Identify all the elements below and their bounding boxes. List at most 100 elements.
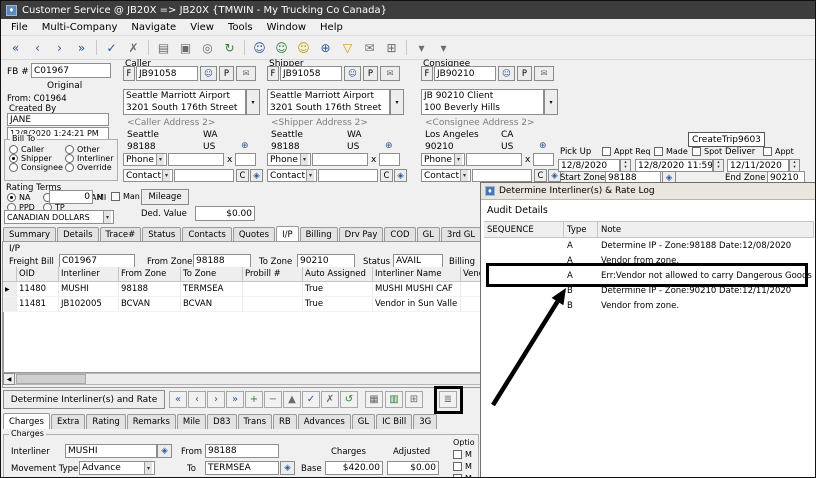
nav-next-button[interactable]: › [207,391,225,408]
filter-button[interactable]: ▽ [337,38,358,58]
table-cell[interactable]: TERMSEA [181,282,243,297]
insert-record-button[interactable]: + [245,391,263,408]
spin-down-icon[interactable]: ▾ [717,166,719,171]
tab-mile[interactable]: Mile [177,414,206,429]
charges-from-field[interactable]: 98188 [205,444,279,458]
tab-ic-bill[interactable]: IC Bill [376,414,412,429]
consignee-code-field[interactable]: JB90210 [434,66,496,81]
option-checkbox-1[interactable]: M [453,450,472,459]
calculator-button[interactable]: ⊞ [405,391,423,408]
tab-extra[interactable]: Extra [51,414,85,429]
mail-icon[interactable]: ✉ [534,66,554,81]
profile-button[interactable]: P [363,66,378,81]
spot-checkbox[interactable]: Spot [692,147,722,156]
vendors-button[interactable]: ☺ [293,38,314,58]
grid-col-interliner-name[interactable]: Interliner Name [373,267,461,282]
chevron-down-icon[interactable]: ▾ [300,154,308,165]
table-cell[interactable]: MUSHI MUSHI CAF [373,282,461,297]
ded-value-field[interactable]: $0.00 [195,206,255,221]
customers-button[interactable]: ☺ [249,38,270,58]
interliner-field[interactable]: MUSHI [65,444,157,458]
prior-record-button[interactable]: ‹ [27,38,48,58]
profile-button[interactable]: P [517,66,532,81]
shipper-code-field[interactable]: JB91058 [280,66,342,81]
grid-col-to-zone[interactable]: To Zone [181,267,243,282]
billto-radio-consignee[interactable]: Consignee [9,163,63,172]
nav-prior-button[interactable]: ‹ [188,391,206,408]
tab-gl[interactable]: GL [417,227,440,242]
first-record-button[interactable]: « [5,38,26,58]
cancel-button[interactable]: ✗ [123,38,144,58]
billto-radio-interliner[interactable]: Interliner [65,154,114,163]
log-row-note[interactable]: Vendor from zone. [598,298,814,313]
phone-field[interactable] [466,153,522,166]
contact-info-icon[interactable]: ◈ [394,169,407,182]
contact-field[interactable] [174,169,234,182]
table-cell[interactable]: True [303,297,373,312]
table-cell[interactable] [243,282,303,297]
chart-button[interactable]: ▥ [385,391,403,408]
grid-col-probill[interactable]: Probill # [243,267,303,282]
consignee-address-combo[interactable]: JB 90210 Client 100 Beverly Hills [421,89,544,115]
phone-field[interactable] [168,153,224,166]
log-row-note[interactable]: Determine IP - Zone:98188 Date:12/08/202… [598,238,814,253]
from-zone-field[interactable]: 98188 [193,254,251,268]
accept-button[interactable]: ✓ [101,38,122,58]
chevron-down-icon[interactable]: ▾ [460,170,468,181]
search-button[interactable]: ◎ [197,38,218,58]
table-cell[interactable]: BCVAN [181,297,243,312]
made-checkbox[interactable]: Made [654,147,688,156]
tab-cod[interactable]: COD [384,227,415,242]
tab-status[interactable]: Status [142,227,181,242]
base-adjusted-field[interactable]: $0.00 [387,461,439,475]
rating-radio-na[interactable]: NA [7,193,30,202]
chevron-down-icon[interactable]: ▾ [306,170,314,181]
charges-to-field[interactable]: TERMSEA [205,461,279,475]
billto-radio-shipper[interactable]: Shipper [9,154,52,163]
tab-billing[interactable]: Billing [300,227,338,242]
mileage-value-field[interactable]: 0 [49,190,93,204]
grid-col-from-zone[interactable]: From Zone [119,267,181,282]
tab-rating[interactable]: Rating [86,414,125,429]
to-zone-field[interactable]: 90210 [297,254,355,268]
calculator-button[interactable]: ⊞ [381,38,402,58]
profile-button[interactable]: P [219,66,234,81]
tab-3rd-gl[interactable]: 3rd GL [441,227,481,242]
zone-icon[interactable]: ⊕ [241,141,249,151]
status-field[interactable]: AVAIL [393,254,443,268]
man-checkbox[interactable]: Man [111,192,140,201]
next-record-button[interactable]: › [49,38,70,58]
grid-view-button[interactable]: ▦ [365,391,383,408]
toolbar-dropdown-1[interactable]: ▾ [411,38,432,58]
table-cell[interactable]: 11481 [17,297,59,312]
currency-select[interactable]: CANADIAN DOLLARS ▾ [4,210,114,224]
menu-file[interactable]: File [4,21,35,34]
tab-trace[interactable]: Trace# [100,227,142,242]
chevron-down-icon[interactable]: ▾ [144,462,152,474]
drivers-button[interactable]: ☺ [271,38,292,58]
extension-field[interactable] [235,153,256,166]
contact-type-select[interactable]: Contact▾ [123,169,173,182]
tab-charges[interactable]: Charges [3,413,50,429]
billto-radio-caller[interactable]: Caller [9,145,44,154]
determine-interliner-button[interactable]: Determine Interliner(s) and Rate [3,390,165,409]
extension-field[interactable] [533,153,554,166]
find-button[interactable]: F [123,66,135,81]
copy-button[interactable]: ▣ [175,38,196,58]
tab-summary[interactable]: Summary [3,227,56,242]
chevron-down-icon[interactable]: ▾ [246,89,260,115]
phone-type-select[interactable]: Phone▾ [421,153,465,166]
nav-last-button[interactable]: » [226,391,244,408]
cancel-edit-button[interactable]: ✗ [321,391,339,408]
refresh-button[interactable]: ↻ [219,38,240,58]
contact-info-icon[interactable]: ◈ [250,169,263,182]
interliner-lookup-icon[interactable]: ◈ [157,444,172,458]
person-icon[interactable]: ☺ [498,66,515,81]
nav-first-button[interactable]: « [169,391,187,408]
billto-radio-other[interactable]: Other [65,145,100,154]
chevron-down-icon[interactable]: ▾ [390,89,404,115]
phone-field[interactable] [312,153,368,166]
contact-field[interactable] [318,169,378,182]
contact-button[interactable]: C [380,169,393,182]
menu-window[interactable]: Window [260,21,313,34]
